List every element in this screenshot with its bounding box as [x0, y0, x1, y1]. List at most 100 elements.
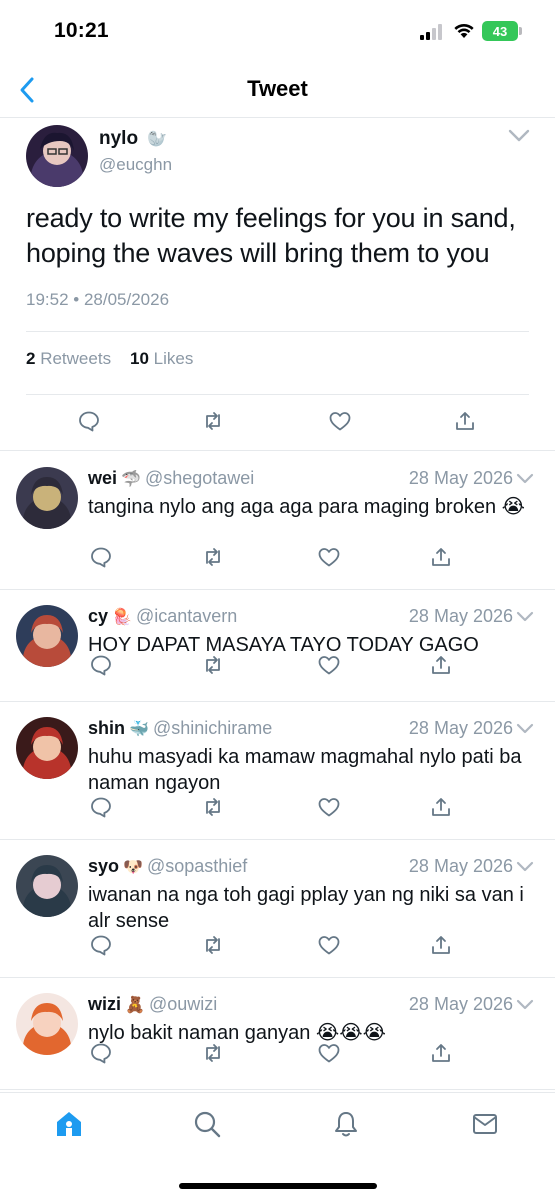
reply-button[interactable] — [88, 932, 114, 958]
share-icon — [456, 412, 474, 430]
nav-bar: Tweet — [0, 62, 555, 118]
reply-icon — [91, 1043, 111, 1064]
tweet-text: ready to write my feelings for you in sa… — [26, 203, 516, 268]
reply-actions — [0, 932, 555, 962]
home-indicator — [179, 1183, 377, 1189]
tab-search[interactable] — [192, 1109, 222, 1139]
retweet-button[interactable] — [200, 794, 226, 820]
avatar[interactable] — [26, 125, 88, 187]
reply-header: syo 🐶 @sopasthief — [88, 856, 247, 877]
retweet-button[interactable] — [200, 932, 226, 958]
share-icon — [432, 656, 450, 674]
retweet-icon — [206, 1044, 220, 1062]
reply-button[interactable] — [88, 794, 114, 820]
likes-stat[interactable]: 10 Likes — [130, 349, 193, 368]
reply-date: 28 May 2026 — [408, 994, 513, 1014]
retweet-button[interactable] — [200, 544, 226, 570]
tweet-actions — [0, 408, 555, 438]
chevron-down-icon[interactable] — [506, 125, 532, 147]
home-icon — [57, 1112, 81, 1136]
heart-icon — [318, 656, 340, 675]
reply-text: tangina nylo ang aga aga para maging bro… — [88, 496, 526, 518]
like-button[interactable] — [327, 408, 353, 434]
retweet-button[interactable] — [200, 1040, 226, 1066]
like-button[interactable] — [316, 794, 342, 820]
reply-author-name[interactable]: wei — [88, 468, 117, 488]
reply-date: 28 May 2026 — [408, 606, 513, 626]
reply-tweet[interactable]: shin 🐳 @shinichirame 28 May 2026 huhu masy… — [0, 702, 555, 840]
status-time: 10:21 — [54, 19, 109, 42]
reply-author-name[interactable]: wizi — [88, 994, 121, 1014]
heart-icon — [329, 412, 351, 431]
reply-button[interactable] — [88, 1040, 114, 1066]
tab-notifications[interactable] — [331, 1109, 361, 1139]
reply-author-name[interactable]: cy — [88, 606, 108, 626]
share-icon — [432, 1044, 450, 1062]
share-button[interactable] — [428, 932, 454, 958]
reply-author-handle[interactable]: @icantavern — [136, 606, 237, 626]
share-icon — [432, 548, 450, 566]
tab-home[interactable] — [54, 1109, 84, 1139]
author-handle[interactable]: @eucghn — [99, 155, 172, 175]
share-button[interactable] — [428, 1040, 454, 1066]
retweet-icon — [206, 936, 220, 954]
like-button[interactable] — [316, 652, 342, 678]
reply-actions — [0, 544, 555, 574]
reply-button[interactable] — [88, 544, 114, 570]
reply-header: shin 🐳 @shinichirame — [88, 718, 272, 739]
retweet-button[interactable] — [200, 652, 226, 678]
chevron-down-icon[interactable] — [514, 996, 536, 1014]
likes-label: Likes — [153, 349, 194, 368]
reply-header: cy 🪼 @icantavern — [88, 606, 237, 627]
reply-author-emoji: 🦈 — [121, 471, 141, 488]
reply-author-emoji: 🐳 — [129, 721, 149, 738]
reply-icon — [79, 411, 99, 432]
reply-author-handle[interactable]: @sopasthief — [147, 856, 247, 876]
reply-author-handle[interactable]: @shinichirame — [153, 718, 272, 738]
retweets-stat[interactable]: 2 Retweets — [26, 349, 111, 368]
reply-author-name[interactable]: syo — [88, 856, 119, 876]
reply-button[interactable] — [76, 408, 102, 434]
reply-author-emoji: 🧸 — [125, 997, 145, 1014]
avatar[interactable] — [16, 855, 78, 917]
reply-author-handle[interactable]: @shegotawei — [145, 468, 254, 488]
author-name[interactable]: nylo 🦭 — [99, 128, 171, 150]
reply-header: wizi 🧸 @ouwizi — [88, 994, 217, 1015]
tab-messages[interactable] — [470, 1109, 500, 1139]
chevron-down-icon[interactable] — [514, 608, 536, 626]
reply-tweet[interactable]: cy 🪼 @icantavern 28 May 2026 HOY DAPAT MAS… — [0, 590, 555, 702]
avatar[interactable] — [16, 717, 78, 779]
share-button[interactable] — [452, 408, 478, 434]
retweet-icon — [206, 656, 220, 674]
reply-icon — [91, 655, 111, 676]
retweets-label: Retweets — [40, 349, 112, 368]
tweet-stats: 2 Retweets 10 Likes — [26, 349, 193, 369]
reply-author-name[interactable]: shin — [88, 718, 125, 738]
chevron-down-icon[interactable] — [514, 858, 536, 876]
reply-actions — [0, 794, 555, 824]
reply-tweet[interactable]: wei 🦈 @shegotawei 28 May 2026 tangina nylo… — [0, 452, 555, 590]
reply-actions — [0, 1040, 555, 1070]
like-button[interactable] — [316, 932, 342, 958]
like-button[interactable] — [316, 544, 342, 570]
search-icon — [194, 1111, 221, 1138]
reply-author-handle[interactable]: @ouwizi — [149, 994, 217, 1014]
avatar[interactable] — [16, 467, 78, 529]
share-button[interactable] — [428, 794, 454, 820]
share-icon — [432, 936, 450, 954]
share-button[interactable] — [428, 652, 454, 678]
chevron-down-icon[interactable] — [514, 470, 536, 488]
reply-tweet[interactable]: syo 🐶 @sopasthief 28 May 2026 iwanan na ng… — [0, 840, 555, 978]
share-icon — [432, 798, 450, 816]
share-button[interactable] — [428, 544, 454, 570]
status-bar: 10:21 43 — [0, 0, 555, 62]
reply-date: 28 May 2026 — [408, 856, 513, 876]
divider — [26, 394, 529, 395]
chevron-down-icon[interactable] — [514, 720, 536, 738]
retweet-button[interactable] — [200, 408, 226, 434]
reply-button[interactable] — [88, 652, 114, 678]
retweet-icon — [206, 548, 220, 566]
reply-tweet[interactable]: wizi 🧸 @ouwizi 28 May 2026 nylo bakit nama… — [0, 978, 555, 1090]
battery-level: 43 — [492, 23, 508, 39]
like-button[interactable] — [316, 1040, 342, 1066]
